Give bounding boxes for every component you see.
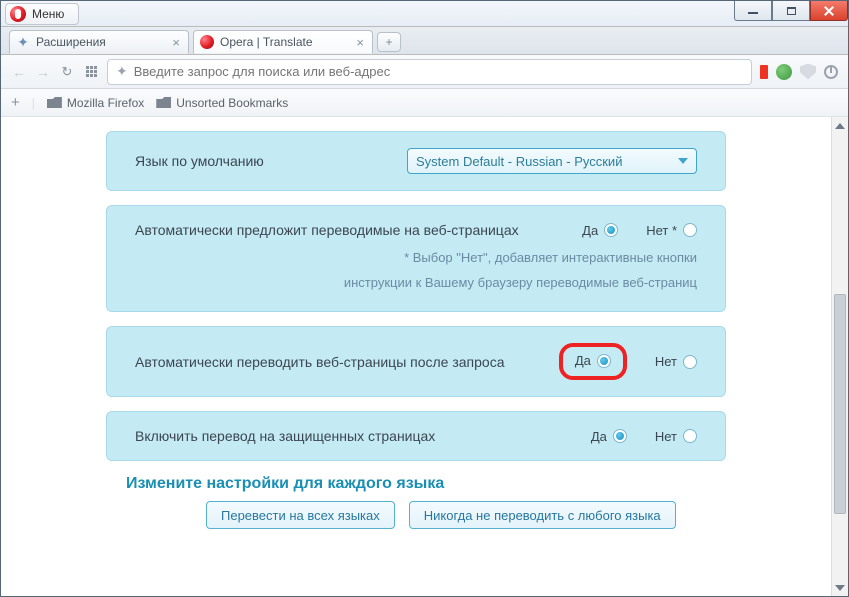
minimize-button[interactable] [734,1,772,21]
back-button[interactable]: ← [11,64,27,80]
nav-bar: ← → ↻ ✦ [1,55,848,89]
radio-icon [683,223,697,237]
auto-translate-card: Автоматически переводить веб-страницы по… [106,326,726,397]
radio-icon [683,355,697,369]
content-area: Язык по умолчанию System Default - Russi… [1,117,848,596]
auto-suggest-no[interactable]: Нет * [646,223,697,238]
translate-all-button[interactable]: Перевести на всех языках [206,501,395,529]
secure-pages-no[interactable]: Нет [655,429,697,444]
folder-icon [47,97,62,108]
bookmark-folder-label: Mozilla Firefox [67,96,144,110]
auto-suggest-card: Автоматически предложит переводимые на в… [106,205,726,312]
select-value: System Default - Russian - Русский [416,154,622,169]
titlebar: Меню [1,1,848,27]
grid-icon [86,66,97,77]
forward-button[interactable]: → [35,64,51,80]
auto-translate-no[interactable]: Нет [655,354,697,369]
close-button[interactable] [810,1,848,21]
minimize-icon [748,12,758,14]
add-bookmark-button[interactable]: + [11,94,20,111]
tab-extensions[interactable]: ✦ Расширения × [9,30,189,54]
globe-icon[interactable] [776,64,792,80]
folder-icon [156,97,171,108]
default-language-card: Язык по умолчанию System Default - Russi… [106,131,726,191]
never-translate-button[interactable]: Никогда не переводить с любого языка [409,501,676,529]
window-controls [734,1,848,21]
menu-label: Меню [32,7,64,21]
secure-pages-label: Включить перевод на защищенных страницах [135,428,591,444]
shield-icon[interactable] [800,64,816,80]
speed-dial-button[interactable] [83,64,99,80]
maximize-icon [787,7,796,15]
chevron-down-icon [835,585,845,591]
extension-icon: ✦ [116,63,128,80]
tab-close-icon[interactable]: × [354,35,366,50]
content-scroll: Язык по умолчанию System Default - Russi… [1,117,831,596]
new-tab-button[interactable]: + [377,32,401,52]
scroll-up-button[interactable] [832,117,848,134]
secure-pages-yes[interactable]: Да [591,429,627,444]
maximize-button[interactable] [772,1,810,21]
per-language-buttons: Перевести на всех языках Никогда не пере… [206,501,726,529]
opera-turbo-icon[interactable] [760,65,768,79]
tab-opera-translate[interactable]: Opera | Translate × [193,30,373,54]
auto-translate-label: Автоматически переводить веб-страницы по… [135,354,559,370]
default-language-label: Язык по умолчанию [135,153,264,169]
scroll-thumb[interactable] [834,294,846,514]
tab-title: Opera | Translate [220,35,348,49]
highlight-annotation: Да [559,343,627,380]
scroll-down-button[interactable] [832,579,848,596]
auto-suggest-label: Автоматически предложит переводимые на в… [135,222,582,238]
radio-icon [613,429,627,443]
secure-pages-card: Включить перевод на защищенных страницах… [106,411,726,461]
per-language-heading: Измените настройки для каждого языка [126,475,806,493]
radio-icon [604,223,618,237]
auto-translate-yes[interactable]: Да [575,353,611,368]
address-input[interactable] [134,64,743,79]
vertical-scrollbar[interactable] [831,117,848,596]
chevron-up-icon [835,123,845,129]
close-icon [823,5,835,17]
scroll-track[interactable] [832,134,848,579]
tabstrip: ✦ Расширения × Opera | Translate × + [1,27,848,55]
tab-title: Расширения [36,35,164,49]
window: Меню ✦ Расширения × Opera | Translate × … [0,0,849,597]
auto-suggest-hint: * Выбор "Нет", добавляет интерактивные к… [135,246,697,295]
default-language-select[interactable]: System Default - Russian - Русский [407,148,697,174]
bookmark-folder-label: Unsorted Bookmarks [176,96,288,110]
radio-icon [683,429,697,443]
reload-button[interactable]: ↻ [59,64,75,80]
tab-close-icon[interactable]: × [170,35,182,50]
power-icon[interactable] [824,65,838,79]
bookmarks-bar: + | Mozilla Firefox Unsorted Bookmarks [1,89,848,117]
opera-icon [200,35,214,49]
radio-icon [597,354,611,368]
auto-suggest-yes[interactable]: Да [582,223,618,238]
chevron-down-icon [678,158,688,164]
toolbar-right [760,64,838,80]
bookmark-folder[interactable]: Mozilla Firefox [47,96,144,110]
puzzle-icon: ✦ [16,35,30,49]
bookmark-folder[interactable]: Unsorted Bookmarks [156,96,288,110]
opera-logo-icon [10,6,26,22]
menu-button[interactable]: Меню [5,3,79,25]
address-bar[interactable]: ✦ [107,59,752,85]
